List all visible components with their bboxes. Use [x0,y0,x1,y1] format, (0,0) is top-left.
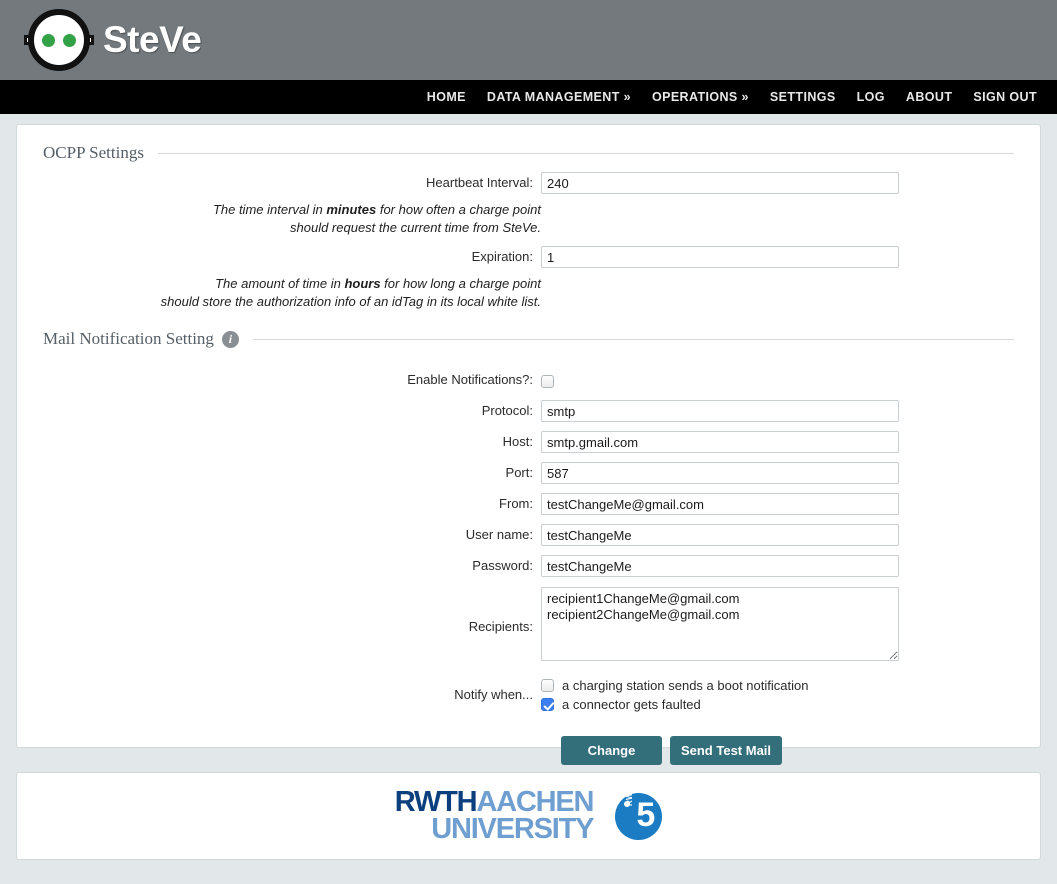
ocpp-settings-title: OCPP Settings [43,143,144,162]
notify-boot-notification-option[interactable]: a charging station sends a boot notifica… [541,676,1026,695]
notify-connector-faulted-checkbox[interactable] [541,698,554,711]
heartbeat-hint-post: for how often a charge point [376,202,541,217]
protocol-row: Protocol: [31,400,1026,422]
host-input[interactable] [541,431,899,453]
section-divider [252,338,1014,340]
info-icon[interactable]: i [221,330,239,348]
rwth-logo-line1: RWTHAACHEN [395,788,595,817]
notify-when-row: Notify when... a charging station sends … [31,676,1026,714]
from-input[interactable] [541,493,899,515]
robot-head-icon [24,9,94,71]
user-name-label: User name: [465,527,533,542]
i5-logo-icon: RWTH 5 [615,780,663,840]
password-label: Password: [472,558,533,573]
i5-rwth-text: RWTH [625,780,635,806]
recipients-row: Recipients: recipient1ChangeMe@gmail.com… [31,587,1026,666]
section-divider [157,152,1014,154]
send-test-mail-button[interactable]: Send Test Mail [670,736,782,765]
host-row: Host: [31,431,1026,453]
host-label: Host: [502,434,533,449]
heartbeat-hint-line2: should request the current time from Ste… [290,220,541,235]
nav-sign-out[interactable]: SIGN OUT [973,90,1037,104]
brand-name: SteVe [103,19,202,60]
recipients-label: Recipients: [468,618,533,634]
recipients-textarea[interactable]: recipient1ChangeMe@gmail.com recipient2C… [541,587,899,661]
expiration-hint-pre: The amount of time in [215,276,345,291]
heartbeat-interval-hint: The time interval in minutes for how oft… [31,201,541,237]
port-row: Port: [31,462,1026,484]
ocpp-settings-header: OCPP Settings [43,143,1026,163]
enable-notifications-row: Enable Notifications?: [31,369,1026,391]
nav-data-management[interactable]: DATA MANAGEMENT » [487,90,631,104]
password-row: Password: [31,555,1026,577]
from-row: From: [31,493,1026,515]
robot-eye-left [42,33,55,47]
notify-when-label: Notify when... [454,687,533,702]
university-wordmark: UNIVERSITY [431,813,594,845]
expiration-input[interactable] [541,246,899,268]
robot-face [28,9,90,71]
nav-settings[interactable]: SETTINGS [770,90,836,104]
enable-notifications-label: Enable Notifications?: [407,372,533,387]
expiration-hint-bold: hours [344,276,381,291]
mail-notification-header: Mail Notification Setting i [43,329,1026,349]
nav-operations[interactable]: OPERATIONS » [652,90,749,104]
port-label: Port: [505,465,533,480]
form-actions: Change Send Test Mail [561,736,1026,765]
notify-connector-faulted-option[interactable]: a connector gets faulted [541,695,1026,714]
notify-boot-notification-label: a charging station sends a boot notifica… [562,678,809,693]
settings-panel: OCPP Settings Heartbeat Interval: The ti… [16,124,1041,765]
expiration-hint-line2: should store the authorization info of a… [160,294,541,309]
user-name-row: User name: [31,524,1026,546]
nav-about[interactable]: ABOUT [906,90,952,104]
expiration-row: Expiration: [31,246,1026,268]
main-navigation: HOME DATA MANAGEMENT » OPERATIONS » SETT… [0,80,1057,114]
expiration-hint-post: for how long a charge point [380,276,541,291]
rwth-aachen-university-logo: RWTHAACHEN UNIVERSITY [395,788,595,845]
heartbeat-hint-bold: minutes [326,202,377,217]
from-label: From: [499,496,533,511]
user-name-input[interactable] [541,524,899,546]
notify-boot-notification-checkbox[interactable] [541,679,554,692]
i5-number: 5 [636,795,656,834]
protocol-input[interactable] [541,400,899,422]
site-footer: RWTHAACHEN UNIVERSITY RWTH 5 [16,772,1041,860]
heartbeat-hint-pre: The time interval in [212,202,327,217]
mail-notification-title: Mail Notification Setting [43,329,214,348]
expiration-hint: The amount of time in hours for how long… [31,275,541,311]
brand-logo[interactable]: SteVe [24,9,202,71]
nav-home[interactable]: HOME [427,90,466,104]
password-input[interactable] [541,555,899,577]
enable-notifications-checkbox[interactable] [541,375,554,389]
change-button[interactable]: Change [561,736,662,765]
site-header: SteVe [0,0,1057,80]
heartbeat-interval-label: Heartbeat Interval: [426,175,533,190]
protocol-label: Protocol: [481,403,533,418]
port-input[interactable] [541,462,899,484]
heartbeat-interval-input[interactable] [541,172,899,194]
heartbeat-interval-row: Heartbeat Interval: [31,172,1026,194]
nav-log[interactable]: LOG [857,90,885,104]
expiration-label: Expiration: [471,249,533,264]
robot-eye-right [63,33,76,47]
notify-connector-faulted-label: a connector gets faulted [562,697,701,712]
